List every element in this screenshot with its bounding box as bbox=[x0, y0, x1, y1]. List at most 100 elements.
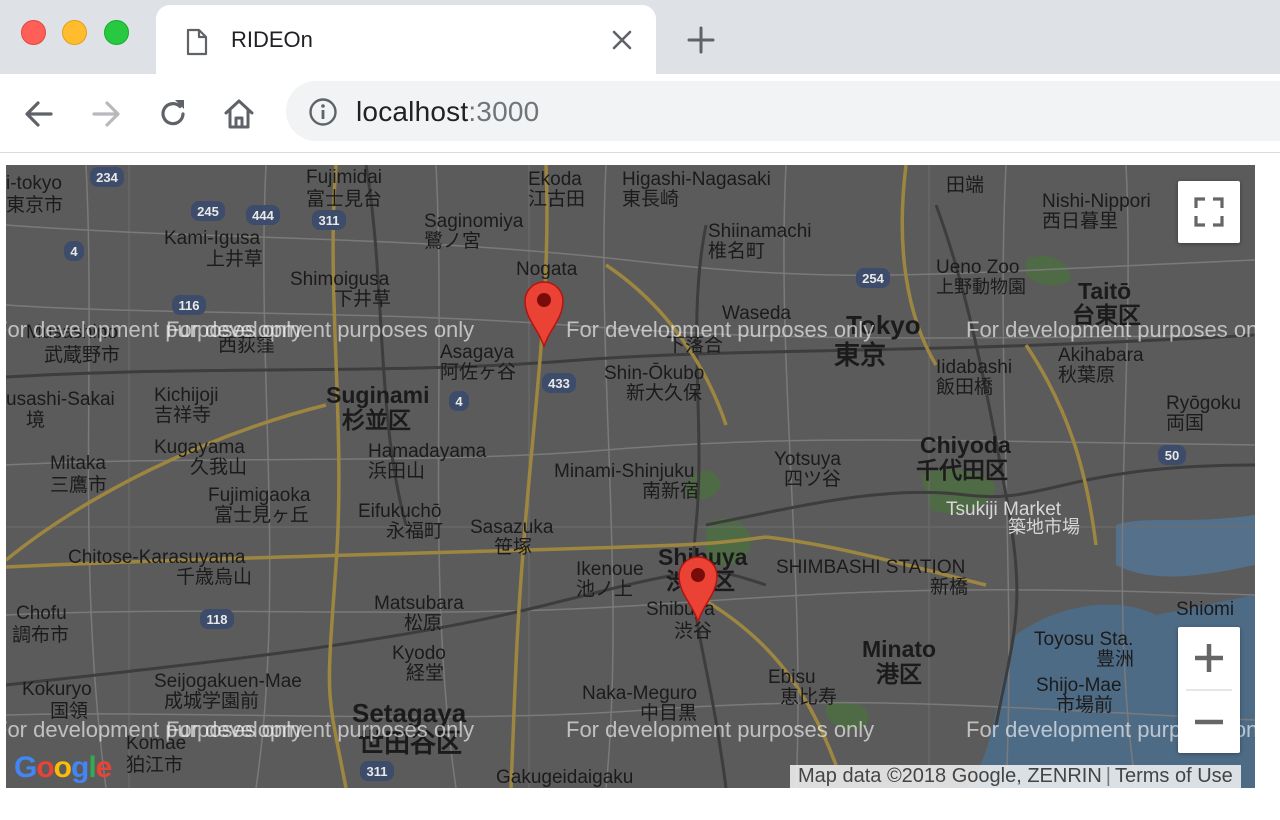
svg-text:311: 311 bbox=[319, 213, 340, 228]
place-label: Kami-Igusa bbox=[164, 228, 261, 249]
place-label: Shimoigusa bbox=[290, 269, 390, 290]
svg-text:433: 433 bbox=[548, 376, 570, 391]
fullscreen-button[interactable] bbox=[1178, 181, 1240, 243]
reload-icon[interactable] bbox=[155, 96, 191, 132]
browser-toolbar: localhost:3000 bbox=[0, 74, 1280, 153]
route-shield-254: 254 bbox=[856, 268, 890, 288]
svg-text:116: 116 bbox=[179, 298, 200, 313]
svg-text:311: 311 bbox=[367, 764, 388, 779]
place-label: 経堂 bbox=[406, 663, 445, 684]
place-label: 新橋 bbox=[930, 577, 969, 598]
address-bar[interactable]: localhost:3000 bbox=[286, 81, 1280, 141]
attribution-separator: | bbox=[1105, 765, 1111, 787]
close-window-button[interactable] bbox=[21, 20, 46, 45]
place-label: Eifukuchō bbox=[358, 501, 442, 522]
place-label: Hamadayama bbox=[368, 441, 487, 462]
place-label: Ryōgoku bbox=[1166, 393, 1241, 414]
route-shield-50: 50 bbox=[1158, 445, 1186, 465]
place-label: 恵比寿 bbox=[780, 687, 838, 708]
back-arrow-icon[interactable] bbox=[21, 96, 57, 132]
place-label: 富士見ヶ丘 bbox=[214, 505, 310, 526]
route-shield-118: 118 bbox=[200, 609, 234, 629]
attribution-text: Map data ©2018 Google, ZENRIN bbox=[798, 765, 1102, 787]
home-icon[interactable] bbox=[221, 96, 257, 132]
tab-rideon[interactable]: RIDEOn bbox=[156, 5, 656, 74]
place-label: 秋葉原 bbox=[1058, 365, 1116, 386]
route-shield-4: 4 bbox=[64, 241, 84, 261]
place-label: Higashi-Nagasaki bbox=[622, 169, 771, 190]
place-label: 三鷹市 bbox=[50, 475, 108, 496]
url-text[interactable]: localhost:3000 bbox=[356, 96, 539, 128]
place-label: Gakugeidaigaku bbox=[496, 767, 634, 788]
map-marker-pin-icon[interactable] bbox=[523, 279, 565, 349]
place-label: Nogata bbox=[516, 259, 578, 280]
place-label: 永福町 bbox=[386, 521, 444, 542]
zoom-out-button[interactable] bbox=[1178, 691, 1240, 753]
place-label: 富士見台 bbox=[306, 189, 383, 210]
place-label: 江古田 bbox=[528, 189, 586, 210]
place-label: 阿佐ヶ谷 bbox=[440, 362, 517, 383]
place-label: Kugayama bbox=[154, 437, 245, 458]
place-label: Suginami bbox=[326, 382, 430, 408]
place-label: Shijo-Mae bbox=[1036, 675, 1122, 696]
forward-arrow-icon[interactable] bbox=[88, 96, 124, 132]
place-label: Shiomi bbox=[1176, 599, 1235, 620]
place-label: 東京 bbox=[834, 340, 887, 370]
svg-text:4: 4 bbox=[455, 394, 463, 409]
place-label: 築地市場 bbox=[1008, 517, 1080, 537]
place-label: Seijogakuen-Mae bbox=[154, 671, 302, 692]
svg-text:234: 234 bbox=[96, 170, 118, 185]
place-label: 吉祥寺 bbox=[154, 405, 212, 426]
place-label: 久我山 bbox=[190, 457, 248, 478]
place-label: 池ノ上 bbox=[576, 579, 634, 600]
terms-of-use-link[interactable]: Terms of Use bbox=[1115, 765, 1233, 787]
info-icon[interactable] bbox=[308, 97, 338, 132]
place-label: Iidabashi bbox=[936, 357, 1013, 378]
route-shield-245: 245 bbox=[191, 201, 225, 221]
route-shield-433: 433 bbox=[542, 373, 576, 393]
place-label: Saginomiya bbox=[424, 211, 524, 232]
place-label: 東京市 bbox=[6, 195, 64, 216]
place-label: Ueno Zoo bbox=[936, 257, 1020, 278]
place-label: 笹塚 bbox=[494, 537, 533, 558]
place-label: 浜田山 bbox=[368, 461, 426, 482]
route-shield-116: 116 bbox=[172, 295, 206, 315]
google-map[interactable]: 234 245 444 311 4 116 433 254 4 50 118 3… bbox=[6, 165, 1255, 788]
place-label: 飯田橋 bbox=[936, 377, 994, 398]
map-marker-pin-icon[interactable] bbox=[677, 554, 719, 624]
google-logo-letter: l bbox=[88, 751, 96, 784]
place-label: 椎名町 bbox=[708, 241, 766, 262]
dev-watermark: For development purposes only bbox=[166, 317, 475, 342]
place-label: Ebisu bbox=[768, 667, 816, 688]
place-label: 成城学園前 bbox=[164, 691, 260, 712]
svg-text:4: 4 bbox=[70, 244, 78, 259]
svg-text:118: 118 bbox=[207, 612, 228, 627]
maximize-window-button[interactable] bbox=[104, 20, 129, 45]
place-label: 調布市 bbox=[12, 625, 70, 646]
close-icon[interactable] bbox=[611, 29, 633, 56]
place-label: 渋谷 bbox=[674, 621, 713, 642]
google-logo-letter: o bbox=[36, 751, 54, 784]
new-tab-button[interactable] bbox=[686, 25, 716, 60]
minimize-window-button[interactable] bbox=[62, 20, 87, 45]
svg-text:254: 254 bbox=[862, 271, 884, 286]
google-logo-letter: G bbox=[14, 751, 37, 784]
route-shield-444: 444 bbox=[246, 205, 280, 225]
route-shield-311b: 311 bbox=[360, 761, 394, 781]
place-label: 杉並区 bbox=[342, 407, 411, 433]
place-label: 鷺ノ宮 bbox=[424, 231, 482, 252]
place-label: Shiinamachi bbox=[708, 221, 812, 242]
place-label: 両国 bbox=[1166, 413, 1205, 434]
place-label: 松原 bbox=[404, 613, 443, 634]
dev-watermark: For development purposes only bbox=[166, 717, 475, 742]
route-shield-311: 311 bbox=[312, 210, 346, 230]
place-label: usashi-Sakai bbox=[6, 389, 115, 410]
google-logo-letter: o bbox=[53, 751, 72, 784]
zoom-in-button[interactable] bbox=[1178, 627, 1240, 689]
plus-icon bbox=[1195, 644, 1223, 672]
place-label: Matsubara bbox=[374, 593, 464, 614]
place-label: 豊洲 bbox=[1096, 649, 1135, 670]
google-logo[interactable]: Google bbox=[14, 751, 112, 785]
place-label: 武蔵野市 bbox=[44, 345, 121, 366]
place-label: Minami-Shinjuku bbox=[554, 461, 695, 482]
